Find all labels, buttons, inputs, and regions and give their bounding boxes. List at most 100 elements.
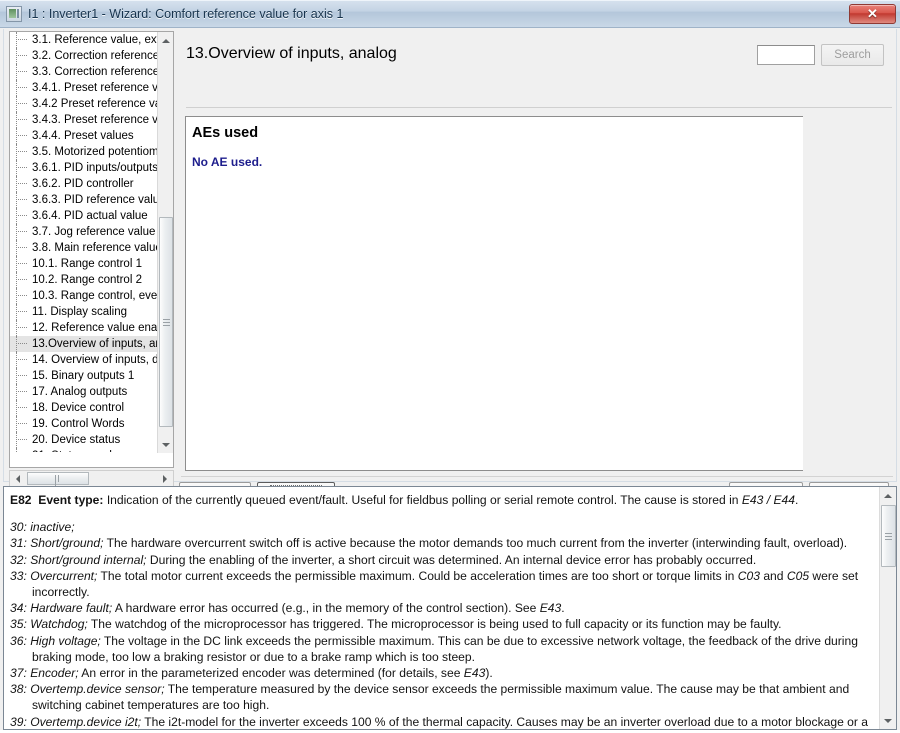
tree-line-icon: [16, 288, 17, 304]
tree-line-icon: [16, 192, 17, 208]
tree-item-label: 14. Overview of inputs, d: [32, 354, 158, 366]
tree-item[interactable]: 3.3. Correction reference: [10, 64, 158, 80]
help-intro-paragraph: E82 Event type: Indication of the curren…: [10, 493, 799, 507]
help-entry: 30: inactive;: [10, 519, 872, 535]
tree-branch-icon: [16, 263, 27, 264]
tree-item-label: 10.2. Range control 2: [32, 274, 142, 286]
tree-branch-icon: [16, 391, 27, 392]
scroll-right-arrow[interactable]: [157, 471, 173, 486]
tree-item[interactable]: 14. Overview of inputs, d: [10, 352, 158, 368]
tree-item-label: 10.1. Range control 1: [32, 258, 142, 270]
help-entry-number: 32:: [10, 552, 31, 567]
tree-item[interactable]: 18. Device control: [10, 400, 158, 416]
tree-scroll-thumb[interactable]: [159, 217, 173, 427]
tree-item[interactable]: 3.4.2 Preset reference va: [10, 96, 158, 112]
title-bar: I1 : Inverter1 - Wizard: Comfort referen…: [0, 0, 900, 28]
tree-item[interactable]: 20. Device status: [10, 432, 158, 448]
tree-line-icon: [16, 208, 17, 224]
tree-item[interactable]: 12. Reference value ena: [10, 320, 158, 336]
tree-item[interactable]: 15. Binary outputs 1: [10, 368, 158, 384]
help-scroll-down-arrow[interactable]: [880, 712, 896, 729]
tree-branch-icon: [16, 407, 27, 408]
tree-item[interactable]: 3.1. Reference value, ext: [10, 32, 158, 48]
tree-item[interactable]: 3.6.4. PID actual value: [10, 208, 158, 224]
tree-vertical-scrollbar[interactable]: [157, 32, 173, 453]
help-entry: 32: Short/ground internal; During the en…: [10, 552, 757, 567]
tree-item[interactable]: 3.4.4. Preset values: [10, 128, 158, 144]
tree-line-icon: [16, 320, 17, 336]
tree-item[interactable]: 3.6.3. PID reference valu: [10, 192, 158, 208]
tree-line-icon: [16, 96, 17, 112]
tree-item[interactable]: 3.2. Correction reference: [10, 48, 158, 64]
help-entry: 39: Overtemp.device i2t; The i2t-model f…: [10, 714, 868, 729]
header-divider: [186, 107, 892, 108]
tree-branch-icon: [16, 295, 27, 296]
tree-item[interactable]: 21. Status words: [10, 448, 158, 452]
scroll-down-arrow[interactable]: [158, 436, 173, 453]
search-input[interactable]: [757, 45, 815, 65]
tree-item[interactable]: 3.4.1. Preset reference va: [10, 80, 158, 96]
tree-branch-icon: [16, 359, 27, 360]
tree-item-label: 3.5. Motorized potentiome: [32, 146, 158, 158]
help-scroll-up-arrow[interactable]: [880, 487, 896, 504]
tree-branch-icon: [16, 39, 27, 40]
tree-item[interactable]: 10.2. Range control 2: [10, 272, 158, 288]
tree-line-icon: [16, 160, 17, 176]
scroll-up-arrow[interactable]: [158, 32, 173, 49]
tree-line-icon: [16, 384, 17, 400]
tree-item-label: 3.6.2. PID controller: [32, 178, 134, 190]
tree-branch-icon: [16, 231, 27, 232]
tree-branch-icon: [16, 247, 27, 248]
tree-item[interactable]: 3.6.2. PID controller: [10, 176, 158, 192]
application-icon: [6, 5, 22, 22]
tree-line-icon: [16, 240, 17, 256]
tree-item-label: 15. Binary outputs 1: [32, 370, 135, 382]
tree-item[interactable]: 3.5. Motorized potentiome: [10, 144, 158, 160]
inline-parameter-reference: C03: [737, 568, 760, 583]
tree-horizontal-scrollbar[interactable]: [9, 470, 174, 489]
search-button[interactable]: Search: [821, 44, 884, 66]
tree-hscroll-thumb[interactable]: [27, 472, 89, 489]
help-entry-name: Overtemp.device sensor;: [30, 682, 165, 697]
tree-item[interactable]: 17. Analog outputs: [10, 384, 158, 400]
tree-item[interactable]: 13.Overview of inputs, an: [10, 336, 158, 352]
tree-line-icon: [16, 272, 17, 288]
help-entry-number: 35:: [10, 617, 31, 632]
tree-branch-icon: [16, 55, 27, 56]
help-entry-number: 34:: [10, 601, 31, 616]
inline-parameter-reference: E43: [539, 601, 562, 616]
help-entry-name: Encoder;: [30, 666, 79, 681]
tree-line-icon: [16, 32, 17, 48]
close-icon: ✕: [867, 6, 878, 21]
tree-line-icon: [16, 48, 17, 64]
tree-item-label: 21. Status words: [32, 450, 118, 452]
wizard-body: 3.1. Reference value, ext 3.2. Correction…: [3, 29, 897, 506]
tree-branch-icon: [16, 119, 27, 120]
tree-branch-icon: [16, 375, 27, 376]
tree-line-icon: [16, 176, 17, 192]
tree-line-icon: [16, 400, 17, 416]
tree-item[interactable]: 11. Display scaling: [10, 304, 158, 320]
tree-item[interactable]: 3.6.1. PID inputs/outputs: [10, 160, 158, 176]
tree-branch-icon: [16, 87, 27, 88]
parameter-code: E82: [10, 493, 32, 507]
tree-branch-icon: [16, 167, 27, 168]
navigation-tree[interactable]: 3.1. Reference value, ext 3.2. Correction…: [9, 31, 174, 468]
tree-item[interactable]: 10.1. Range control 1: [10, 256, 158, 272]
tree-item-label: 3.4.2 Preset reference va: [32, 98, 158, 110]
tree-item[interactable]: 19. Control Words: [10, 416, 158, 432]
help-entry-name: inactive;: [30, 520, 75, 535]
close-button[interactable]: ✕: [849, 3, 896, 24]
tree-line-icon: [16, 432, 17, 448]
help-scroll-thumb[interactable]: [881, 505, 896, 567]
tree-item[interactable]: 3.8. Main reference value: [10, 240, 158, 256]
scroll-left-arrow[interactable]: [10, 471, 26, 486]
tree-branch-icon: [16, 327, 27, 328]
help-entry-name: High voltage;: [30, 633, 101, 648]
help-entry-number: 36:: [10, 633, 31, 648]
tree-item[interactable]: 3.7. Jog reference value: [10, 224, 158, 240]
help-vertical-scrollbar[interactable]: [879, 487, 896, 729]
help-entry: 35: Watchdog; The watchdog of the microp…: [10, 617, 782, 632]
tree-item[interactable]: 3.4.3. Preset reference va: [10, 112, 158, 128]
tree-item[interactable]: 10.3. Range control, eve: [10, 288, 158, 304]
